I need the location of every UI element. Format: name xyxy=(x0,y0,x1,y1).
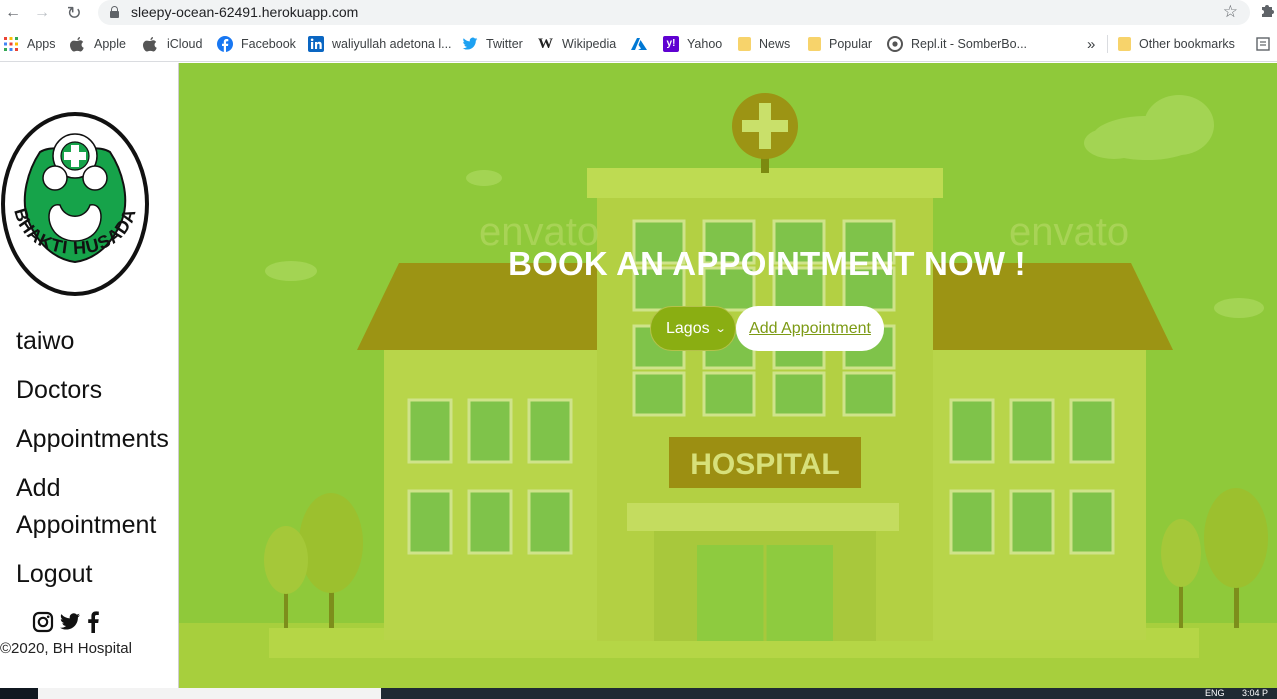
bookmark-yahoo[interactable]: y! Yahoo xyxy=(663,36,722,52)
url-text: sleepy-ocean-62491.herokuapp.com xyxy=(131,4,359,20)
bookmark-folder-news[interactable]: News xyxy=(738,36,790,52)
bookmark-label: iCloud xyxy=(167,37,203,51)
azure-icon xyxy=(631,36,647,52)
bookmark-label: Other bookmarks xyxy=(1139,37,1235,51)
building-window xyxy=(467,489,513,555)
building-window xyxy=(527,489,573,555)
bookmark-folder-popular[interactable]: Popular xyxy=(808,36,872,52)
bookmark-wikipedia[interactable]: W Wikipedia xyxy=(538,36,616,52)
sidebar-menu: taiwo Doctors Appointments Add Appointme… xyxy=(16,323,178,605)
bookmark-azure[interactable] xyxy=(631,36,655,52)
tray-time: 3:04 P xyxy=(1242,688,1269,698)
social-links xyxy=(32,611,100,633)
apple-icon xyxy=(70,36,86,52)
bookmark-facebook[interactable]: Facebook xyxy=(217,36,296,52)
hospital-sign-text: HOSPITAL xyxy=(690,448,839,481)
apple-icon xyxy=(143,36,159,52)
building-window xyxy=(702,371,756,417)
building-window xyxy=(772,371,826,417)
bookmark-label: waliyullah adetona l... xyxy=(332,37,452,51)
copyright-text: ©2020, BH Hospital xyxy=(0,640,132,657)
bookmark-twitter[interactable]: Twitter xyxy=(462,36,523,52)
sidebar-item-appointments[interactable]: Appointments xyxy=(16,421,178,458)
replit-icon xyxy=(887,36,903,52)
bookmark-label: News xyxy=(759,37,791,51)
building-window xyxy=(467,398,513,464)
chevron-down-icon: ⌄ xyxy=(714,323,727,335)
bookmarks-bar: Apps Apple iCloud Facebook waliyullah ad… xyxy=(0,26,1277,62)
bookmark-apple[interactable]: Apple xyxy=(70,36,126,52)
facebook-icon xyxy=(217,36,233,52)
bookmark-linkedin[interactable]: waliyullah adetona l... xyxy=(308,36,452,52)
facebook-icon[interactable] xyxy=(86,611,100,633)
bhakti-husada-logo: BHAKTI HUSADA xyxy=(0,110,150,298)
building-window xyxy=(1069,398,1115,464)
browser-toolbar: ← → ↻ sleepy-ocean-62491.herokuapp.com ☆ xyxy=(0,0,1277,26)
tray-clock: ENG 3:04 P xyxy=(1205,688,1268,698)
sidebar-item-logout[interactable]: Logout xyxy=(16,556,178,593)
address-bar[interactable]: sleepy-ocean-62491.herokuapp.com ☆ xyxy=(98,0,1250,25)
building-window xyxy=(842,371,896,417)
building-window xyxy=(407,398,453,464)
reload-icon[interactable]: ↻ xyxy=(63,3,85,23)
bookmarks-divider xyxy=(1107,35,1108,53)
sidebar-item-doctors[interactable]: Doctors xyxy=(16,372,178,409)
sidebar-item-username[interactable]: taiwo xyxy=(16,323,178,360)
bookmarks-overflow-button[interactable]: » xyxy=(1087,36,1095,53)
bookmark-label: Apple xyxy=(94,37,126,51)
building-window xyxy=(949,489,995,555)
bookmark-other-folder[interactable]: Other bookmarks xyxy=(1118,36,1235,52)
apps-grid-icon xyxy=(3,36,19,52)
start-button[interactable] xyxy=(0,688,38,699)
building-window xyxy=(527,398,573,464)
folder-icon xyxy=(738,37,751,51)
hero-title: BOOK AN APPOINTMENT NOW ! xyxy=(508,245,1026,282)
building-window xyxy=(1009,398,1055,464)
bookmark-label: Facebook xyxy=(241,37,296,51)
sidebar: BHAKTI HUSADA taiwo Doctors Appointments… xyxy=(0,63,179,688)
twitter-icon xyxy=(462,36,478,52)
bookmark-icloud[interactable]: iCloud xyxy=(143,36,202,52)
add-appointment-button[interactable]: Add Appointment xyxy=(736,306,884,351)
back-arrow-icon[interactable]: ← xyxy=(2,3,24,23)
folder-icon xyxy=(1118,37,1131,51)
city-select-value: Lagos xyxy=(666,319,710,337)
building-window xyxy=(1069,489,1115,555)
bookmark-apps[interactable]: Apps xyxy=(3,36,56,52)
building-window xyxy=(1009,489,1055,555)
tray-language: ENG xyxy=(1205,688,1225,698)
linkedin-icon xyxy=(308,36,324,52)
bookmark-star-icon[interactable]: ☆ xyxy=(1223,2,1238,22)
lock-icon xyxy=(110,6,119,18)
hero-section: HOSPITAL envato envato BOOK AN APPOINTME… xyxy=(179,63,1277,688)
bookmark-label: Yahoo xyxy=(687,37,723,51)
bookmark-label: Repl.it - SomberBo... xyxy=(911,37,1028,51)
bookmark-label: Twitter xyxy=(486,37,523,51)
sidebar-item-add-appointment[interactable]: Add Appointment xyxy=(16,470,178,544)
taskbar-search[interactable] xyxy=(38,688,381,699)
twitter-icon[interactable] xyxy=(59,612,81,632)
bookmark-label: Popular xyxy=(829,37,873,51)
forward-arrow-icon[interactable]: → xyxy=(31,3,53,23)
city-select[interactable]: Lagos ⌄ xyxy=(650,306,736,351)
bookmark-replit[interactable]: Repl.it - SomberBo... xyxy=(887,36,1027,52)
yahoo-icon: y! xyxy=(663,36,679,52)
extensions-puzzle-icon[interactable] xyxy=(1259,3,1277,23)
instagram-icon[interactable] xyxy=(32,611,54,633)
reading-list-icon[interactable] xyxy=(1256,36,1270,52)
os-taskbar: ENG 3:04 P xyxy=(0,688,1277,699)
bookmark-label: Apps xyxy=(27,37,56,51)
building-window xyxy=(407,489,453,555)
hospital-illustration: HOSPITAL envato envato xyxy=(179,93,1277,688)
building-window xyxy=(632,371,686,417)
wikipedia-icon: W xyxy=(538,36,553,52)
building-window xyxy=(949,398,995,464)
folder-icon xyxy=(808,37,821,51)
bookmark-label: Wikipedia xyxy=(562,37,617,51)
